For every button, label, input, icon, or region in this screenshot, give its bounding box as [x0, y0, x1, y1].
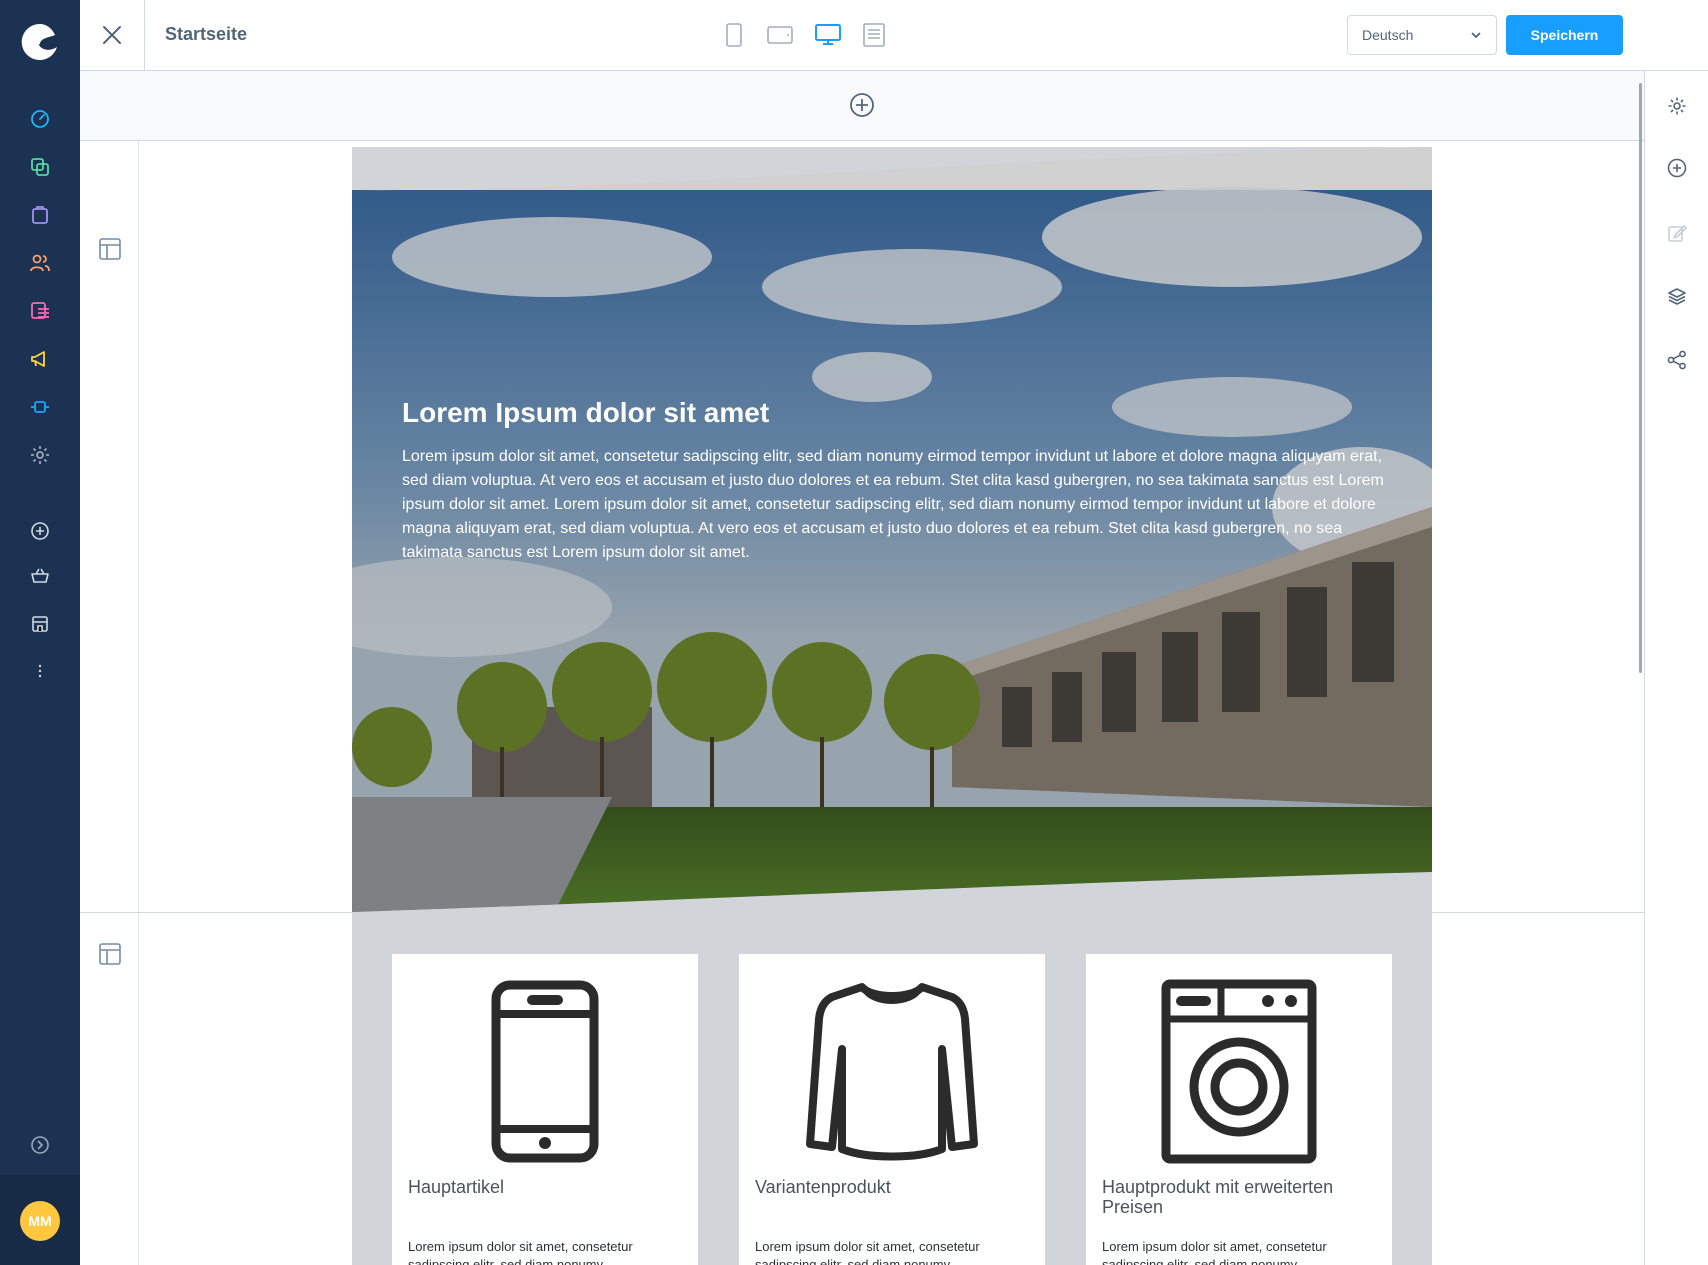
- hero-text: Lorem Ipsum dolor sit amet Lorem ipsum d…: [402, 397, 1392, 565]
- device-switcher: [722, 21, 886, 49]
- product-box[interactable]: Hauptprodukt mit erweiterten Preisen Lor…: [1086, 954, 1392, 1265]
- expand-sidebar-icon[interactable]: [27, 1132, 53, 1158]
- canvas-scrollbar[interactable]: [1639, 83, 1642, 673]
- close-icon: [103, 26, 121, 44]
- hero-title: Lorem Ipsum dolor sit amet: [402, 397, 770, 428]
- hero-body: Lorem ipsum dolor sit amet, consetetur s…: [402, 448, 1384, 561]
- mobile-view-icon[interactable]: [722, 22, 746, 48]
- more-icon[interactable]: [27, 658, 53, 684]
- avatar[interactable]: MM: [20, 1201, 60, 1241]
- catalogue-icon[interactable]: [27, 154, 53, 180]
- product-name[interactable]: Variantenprodukt: [755, 1177, 1035, 1197]
- share-icon[interactable]: [1666, 349, 1688, 371]
- section-layout-icon[interactable]: [99, 943, 121, 965]
- customers-icon[interactable]: [27, 250, 53, 276]
- product-description: Lorem ipsum dolor sit amet, consetetur s…: [408, 1239, 633, 1265]
- product-name[interactable]: Hauptartikel: [408, 1177, 688, 1197]
- sweater-icon: [739, 979, 1045, 1164]
- washing-machine-icon: [1086, 979, 1392, 1164]
- section-gutter: [80, 913, 139, 1265]
- settings-icon[interactable]: [1666, 95, 1688, 117]
- cms-sidebar: [1644, 71, 1708, 1265]
- add-icon[interactable]: [27, 518, 53, 544]
- tablet-view-icon[interactable]: [766, 22, 794, 48]
- edit-icon[interactable]: [1666, 222, 1688, 244]
- dashboard-icon[interactable]: [27, 106, 53, 132]
- language-select-value: Deutsch: [1362, 27, 1414, 43]
- close-button[interactable]: [80, 0, 145, 70]
- add-block-icon[interactable]: [1666, 157, 1688, 179]
- storefront-icon[interactable]: [27, 611, 53, 637]
- section-layout-icon[interactable]: [99, 238, 121, 260]
- add-section-bar: [80, 71, 1644, 141]
- orders-icon[interactable]: [27, 202, 53, 228]
- content-icon[interactable]: [27, 298, 53, 324]
- product-slider-section: Hauptartikel Lorem ipsum dolor sit amet,…: [352, 913, 1432, 1265]
- cms-canvas: Lorem Ipsum dolor sit amet Lorem ipsum d…: [80, 71, 1644, 1265]
- add-section-icon[interactable]: [848, 91, 876, 119]
- layers-icon[interactable]: [1666, 285, 1688, 307]
- product-description: Lorem ipsum dolor sit amet, consetetur s…: [1102, 1239, 1327, 1265]
- product-description: Lorem ipsum dolor sit amet, consetetur s…: [755, 1239, 980, 1265]
- user-menu[interactable]: MM: [0, 1175, 80, 1265]
- admin-sidebar: MM: [0, 0, 80, 1265]
- save-button[interactable]: Speichern: [1506, 15, 1623, 55]
- language-select[interactable]: Deutsch: [1347, 15, 1497, 55]
- section-gutter: [80, 141, 139, 912]
- chevron-down-icon: [1471, 32, 1481, 39]
- marketing-icon[interactable]: [27, 346, 53, 372]
- desktop-view-icon[interactable]: [814, 22, 842, 48]
- product-box[interactable]: Hauptartikel Lorem ipsum dolor sit amet,…: [392, 954, 698, 1265]
- extensions-icon[interactable]: [27, 394, 53, 420]
- page-title: Startseite: [165, 24, 248, 44]
- product-name[interactable]: Hauptprodukt mit erweiterten Preisen: [1102, 1177, 1382, 1217]
- cms-toolbar: Startseite Deutsch Speichern: [80, 0, 1708, 71]
- basket-icon[interactable]: [27, 563, 53, 589]
- smartphone-icon: [392, 979, 698, 1164]
- shopware-logo-icon[interactable]: [20, 22, 60, 62]
- product-box[interactable]: Variantenprodukt Lorem ipsum dolor sit a…: [739, 954, 1045, 1265]
- hero-image-text-block[interactable]: Lorem Ipsum dolor sit amet Lorem ipsum d…: [352, 147, 1432, 912]
- settings-icon[interactable]: [27, 442, 53, 468]
- form-view-icon[interactable]: [862, 22, 886, 48]
